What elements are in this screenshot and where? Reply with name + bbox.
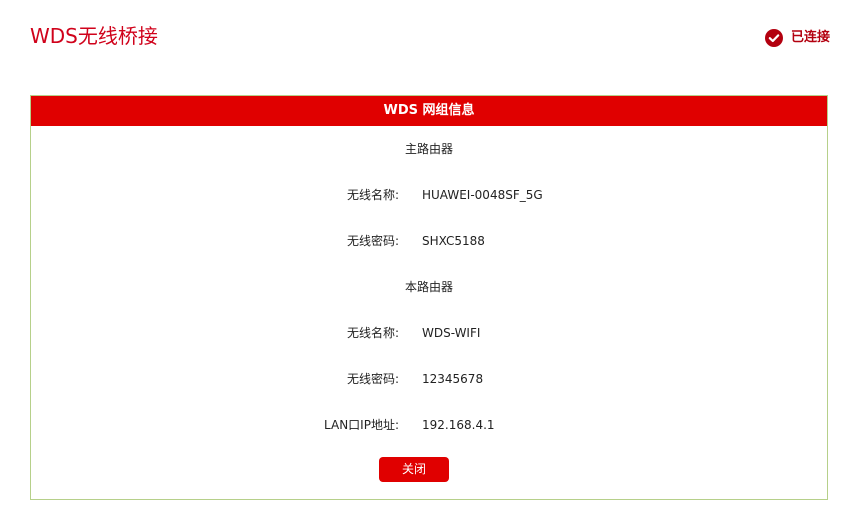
main-router-password-row: 无线密码: SHXC5188 — [31, 232, 827, 250]
main-router-ssid-value: HUAWEI-0048SF_5G — [422, 188, 543, 202]
main-router-ssid-row: 无线名称: HUAWEI-0048SF_5G — [31, 186, 827, 204]
status-label: 已连接 — [790, 30, 830, 45]
this-router-password-value: 12345678 — [422, 372, 484, 386]
this-router-ssid-label: 无线名称: — [346, 326, 399, 340]
main-router-password-value: SHXC5188 — [422, 234, 485, 248]
page-title: WDS无线桥接 — [30, 24, 158, 48]
this-router-title: 本路由器 — [404, 280, 453, 294]
connection-status: 已连接 — [764, 28, 830, 48]
main-router-ssid-label: 无线名称: — [346, 188, 399, 202]
panel-header: WDS 网组信息 — [31, 96, 827, 126]
lan-ip-label: LAN口IP地址: — [324, 418, 399, 432]
this-router-ssid-row: 无线名称: WDS-WIFI — [31, 324, 827, 342]
this-router-password-row: 无线密码: 12345678 — [31, 370, 827, 388]
this-router-ssid-value: WDS-WIFI — [422, 326, 481, 340]
this-router-lan-ip-row: LAN口IP地址: 192.168.4.1 — [31, 416, 827, 434]
main-router-password-label: 无线密码: — [346, 234, 399, 248]
main-router-title: 主路由器 — [404, 142, 453, 156]
lan-ip-value: 192.168.4.1 — [422, 418, 495, 432]
check-circle-icon — [764, 29, 783, 47]
close-button[interactable]: 关闭 — [379, 457, 449, 482]
this-router-password-label: 无线密码: — [346, 372, 399, 386]
wds-info-panel: WDS 网组信息 主路由器 无线名称: HUAWEI-0048SF_5G 无线密… — [30, 95, 828, 500]
